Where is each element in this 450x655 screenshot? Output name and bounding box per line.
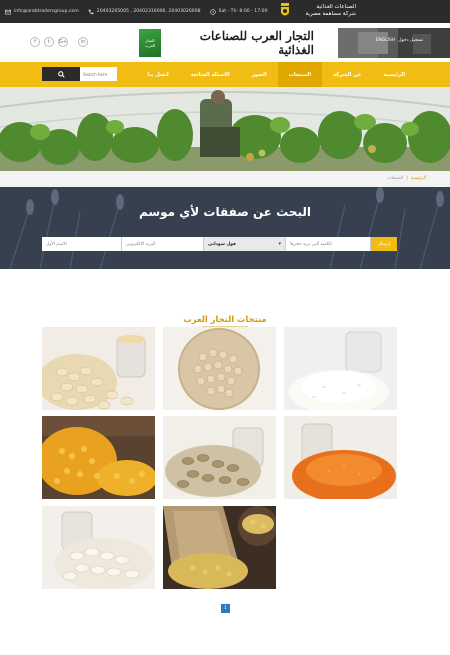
chickpeas-image [163,506,276,589]
sister-company-logo-icon[interactable] [280,3,290,19]
clock-icon [209,8,216,15]
envelope-icon [5,9,11,14]
hero-banner [0,87,450,171]
language-switcher: ENGLISH تسجيل دخول [375,38,423,43]
header-photo [338,28,450,58]
hours-text: Sat - Th: 8:00 - 17:00 [218,9,268,14]
nav-item-home[interactable]: الرئيسية [372,62,416,87]
sister-company-line2: شركة مساهمة مصرية [305,11,357,17]
product-tile-pumpkin-seeds[interactable] [42,327,155,410]
nav-item-about[interactable]: عن الشركة [322,62,372,87]
main-nav: الرئيسية عن الشركة المنتجات الصور الاسئل… [0,62,450,87]
watermelon-seeds-image [163,416,276,499]
rice-image [284,327,397,410]
search-button[interactable] [42,67,80,81]
pagination-page-current[interactable]: 1 [221,604,230,613]
product-tile-rice[interactable] [284,327,397,410]
header: f t G+ in التجار العرب التجار العرب للصن… [0,23,450,62]
name-field[interactable]: الاسم الأول [42,237,122,251]
breadcrumb-separator: | [406,176,408,181]
phone-text: 20403265005 , 20402316006, 20403026008 [96,9,201,14]
social-links: f t G+ in [30,37,88,47]
breadcrumb-text: الرئيسية | المنتجات [387,176,426,181]
sister-company-name[interactable]: الصناعات الغذائية شركة مساهمة مصرية [296,4,357,18]
header-photo-art [338,28,450,58]
product-tile-watermelon-seeds[interactable] [163,416,276,499]
nav-item-products[interactable]: المنتجات [277,62,323,87]
product-tile-corn[interactable] [42,416,155,499]
nav-item-faq[interactable]: الاسئلة الشائعة [180,62,241,87]
contact-info: info@arabtradersgroup.com 20403265005 , … [0,8,268,15]
search-input[interactable] [80,67,117,81]
email-text: info@arabtradersgroup.com [14,9,79,14]
email-field[interactable]: البريد الالكتروني [122,237,204,251]
deal-search-section: البحث عن صفقات لأي موسم إرسال الكمية الت… [0,187,450,269]
deal-title: البحث عن صفقات لأي موسم [138,205,312,219]
nav-item-gallery[interactable]: الصور [241,62,278,87]
logo-mark: التجار العرب [139,29,161,57]
top-bar: info@arabtradersgroup.com 20403265005 , … [0,0,450,23]
product-select-value: فول سوداني [208,241,236,247]
logo-mark-line2: العرب [144,43,156,48]
phone-icon [88,9,94,14]
login-link[interactable]: تسجيل دخول [398,38,423,43]
sister-company-line1: الصناعات الغذائية [316,4,356,10]
nav-items: الرئيسية عن الشركة المنتجات الصور الاسئل… [136,62,416,87]
pumpkin-seeds-image [42,327,155,410]
site-logo[interactable]: التجار العرب التجار العرب للصناعات الغذا… [139,28,338,58]
deal-background-image [0,187,450,269]
nav-search [42,67,117,81]
email-item[interactable]: info@arabtradersgroup.com [5,9,79,15]
product-tile-chickpeas[interactable] [163,506,276,589]
english-link[interactable]: ENGLISH [375,38,395,43]
lupin-beans-image [163,327,276,410]
nav-item-contact[interactable]: اتصل بنا [136,62,179,87]
search-icon [57,70,65,78]
hours-item: Sat - Th: 8:00 - 17:00 [209,8,268,15]
product-tile-lupin-beans[interactable] [163,327,276,410]
product-tile-white-beans[interactable] [42,506,155,589]
quantity-field[interactable]: الكمية التي تريد حجزها [286,237,371,251]
twitter-icon[interactable]: t [44,37,54,47]
deal-form: إرسال الكمية التي تريد حجزها ▾ فول سودان… [42,237,397,251]
corn-image [42,416,155,499]
product-tile-red-lentils[interactable] [284,416,397,499]
products-title: منتجات التجار العرب [183,314,267,324]
breadcrumb-current: المنتجات [387,176,404,181]
google-plus-icon[interactable]: G+ [58,37,68,47]
company-name: التجار العرب للصناعات الغذائية [199,29,314,57]
breadcrumb-home[interactable]: الرئيسية [411,176,426,181]
phone-item[interactable]: 20403265005 , 20402316006, 20403026008 [88,9,201,15]
send-button[interactable]: إرسال [371,237,397,251]
red-lentils-image [284,416,397,499]
page: info@arabtradersgroup.com 20403265005 , … [0,0,450,655]
hero-greenhouse-image [0,87,450,171]
white-beans-image [42,506,155,589]
breadcrumb: الرئيسية | المنتجات [0,171,450,187]
linkedin-icon[interactable]: in [78,37,88,47]
chevron-down-icon: ▾ [278,241,281,247]
product-select[interactable]: ▾ فول سوداني [204,237,286,251]
facebook-icon[interactable]: f [30,37,40,47]
